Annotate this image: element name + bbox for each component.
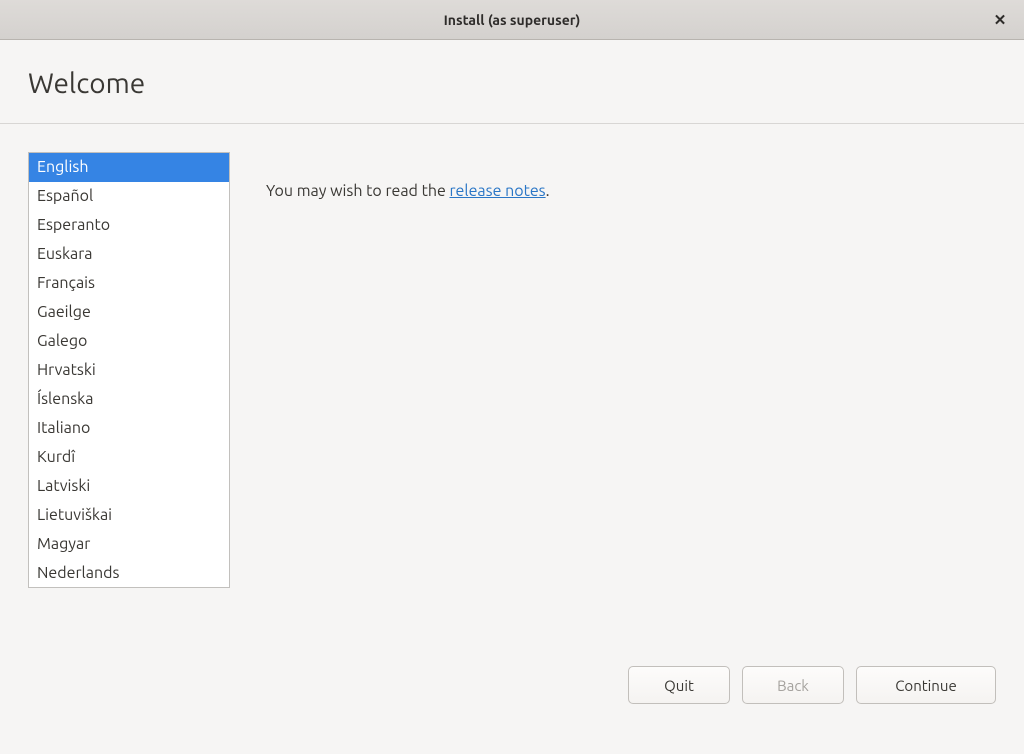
language-item[interactable]: Italiano [29, 414, 229, 443]
language-item[interactable]: Français [29, 269, 229, 298]
close-icon[interactable]: ✕ [990, 10, 1010, 30]
header-area: Welcome [0, 40, 1024, 124]
language-item[interactable]: Galego [29, 327, 229, 356]
info-prefix: You may wish to read the [266, 182, 450, 200]
info-suffix: . [546, 182, 550, 200]
page-title: Welcome [28, 68, 996, 99]
content-area: EnglishEspañolEsperantoEuskaraFrançaisGa… [0, 124, 1024, 654]
footer-buttons: Quit Back Continue [0, 654, 1024, 754]
language-item[interactable]: Esperanto [29, 211, 229, 240]
language-item[interactable]: Latviski [29, 472, 229, 501]
installer-window: Install (as superuser) ✕ Welcome English… [0, 0, 1024, 754]
language-item[interactable]: Kurdî [29, 443, 229, 472]
window-title: Install (as superuser) [444, 12, 581, 28]
info-area: You may wish to read the release notes. [266, 152, 996, 626]
continue-button[interactable]: Continue [856, 666, 996, 704]
language-item[interactable]: Euskara [29, 240, 229, 269]
language-list[interactable]: EnglishEspañolEsperantoEuskaraFrançaisGa… [28, 152, 230, 588]
language-item[interactable]: Español [29, 182, 229, 211]
language-item[interactable]: Magyar [29, 530, 229, 559]
quit-button[interactable]: Quit [628, 666, 730, 704]
language-item[interactable]: Hrvatski [29, 356, 229, 385]
titlebar: Install (as superuser) ✕ [0, 0, 1024, 40]
release-notes-text: You may wish to read the release notes. [266, 182, 996, 200]
release-notes-link[interactable]: release notes [450, 182, 546, 200]
back-button: Back [742, 666, 844, 704]
language-item[interactable]: Íslenska [29, 385, 229, 414]
language-item[interactable]: Lietuviškai [29, 501, 229, 530]
language-item[interactable]: Nederlands [29, 559, 229, 588]
language-item[interactable]: Gaeilge [29, 298, 229, 327]
language-item[interactable]: English [29, 153, 229, 182]
